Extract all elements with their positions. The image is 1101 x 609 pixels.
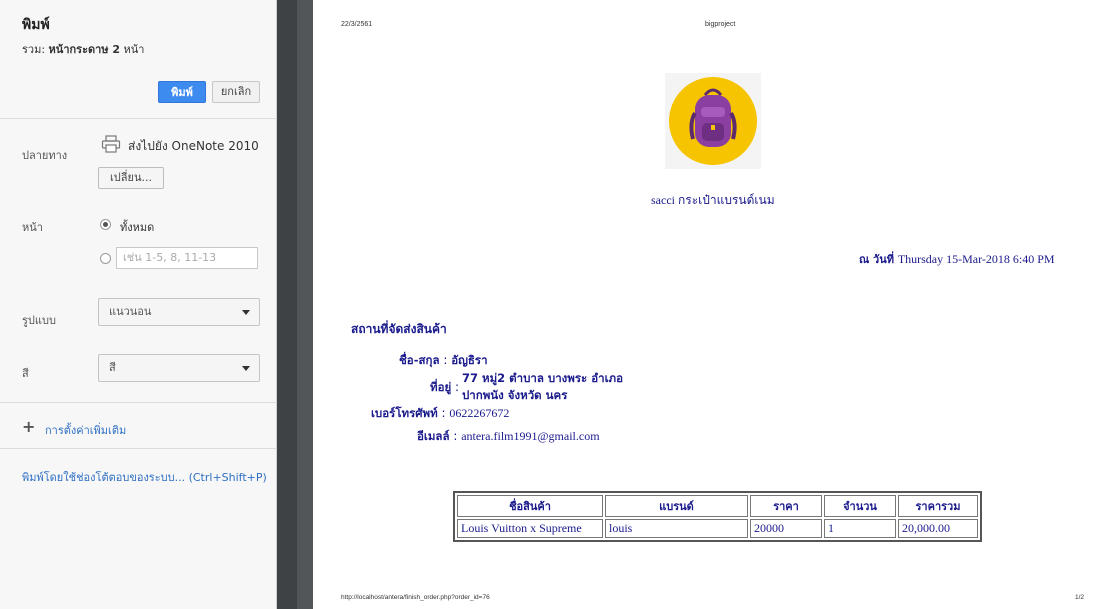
print-preview-page: 22/3/2561 bigproject sacci กระเป๋าแบรนด์… xyxy=(313,0,1101,609)
destination-name: ส่งไปยัง OneNote 2010 xyxy=(128,139,259,153)
table-cell: louis xyxy=(605,519,748,538)
layout-label: รูปแบบ xyxy=(22,314,56,327)
change-destination-button[interactable]: เปลี่ยน... xyxy=(98,167,164,189)
printer-icon xyxy=(101,135,121,153)
print-settings-panel: พิมพ์ รวม: หน้ากระดาษ 2 หน้า พิมพ์ ยกเลิ… xyxy=(0,0,277,609)
divider xyxy=(0,448,277,449)
table-cell: 20,000.00 xyxy=(898,519,978,538)
table-cell: Louis Vuitton x Supreme xyxy=(457,519,603,538)
preview-gutter xyxy=(277,0,297,609)
pages-all-radio[interactable] xyxy=(100,219,111,230)
pages-label: หน้า xyxy=(22,221,43,234)
shop-logo xyxy=(665,73,761,169)
table-header-row: ชื่อสินค้า แบรนด์ ราคา จำนวน ราคารวม xyxy=(457,495,978,517)
shipping-title: สถานที่จัดส่งสินค้า xyxy=(351,322,447,336)
cancel-button[interactable]: ยกเลิก xyxy=(212,81,260,103)
table-cell: 1 xyxy=(824,519,896,538)
shop-name: sacci กระเป๋าแบรนด์เนม xyxy=(651,193,775,207)
divider xyxy=(0,402,277,403)
column-header: ราคา xyxy=(750,495,822,517)
system-dialog-link[interactable]: พิมพ์โดยใช้ช่องโต้ตอบของระบบ... (Ctrl+Sh… xyxy=(22,468,267,486)
color-label: สี xyxy=(22,367,29,380)
pages-all-label: ทั้งหมด xyxy=(120,221,155,234)
more-settings-link[interactable]: การตั้งค่าเพิ่มเติม xyxy=(45,421,126,439)
address-line-2: ปากพนัง จังหวัด นคร xyxy=(462,388,568,402)
column-header: แบรนด์ xyxy=(605,495,748,517)
pages-range-input[interactable]: เช่น 1-5, 8, 11-13 xyxy=(116,247,258,269)
column-header: ชื่อสินค้า xyxy=(457,495,603,517)
chevron-down-icon xyxy=(242,310,250,315)
layout-select[interactable]: แนวนอน xyxy=(98,298,260,326)
color-select[interactable]: สี xyxy=(98,354,260,382)
order-date: ณ วันที่ Thursday 15-Mar-2018 6:40 PM xyxy=(859,252,1055,266)
chevron-down-icon xyxy=(242,366,250,371)
address-key: ที่อยู่ : xyxy=(430,380,460,394)
divider xyxy=(0,118,277,119)
recipient-name: ชื่อ-สกุล : อัญธิรา xyxy=(399,353,488,367)
phone: เบอร์โทรศัพท์ : 0622267672 xyxy=(371,406,510,420)
print-button[interactable]: พิมพ์ xyxy=(158,81,206,103)
footer-page-number: 1/2 xyxy=(1075,594,1085,601)
address-line-1: 77 หมู่2 ตำบาล บางพระ อำเภอ xyxy=(462,371,623,385)
panel-title: พิมพ์ xyxy=(22,17,50,33)
footer-url: http://localhost/antera/finish_order.php… xyxy=(341,594,490,601)
table-cell: 20000 xyxy=(750,519,822,538)
destination-label: ปลายทาง xyxy=(22,149,68,162)
table-row: Louis Vuitton x Supreme louis 20000 1 20… xyxy=(457,519,978,538)
column-header: จำนวน xyxy=(824,495,896,517)
header-title: bigproject xyxy=(705,21,736,28)
header-date: 22/3/2561 xyxy=(341,21,373,28)
email: อีเมลล์ : antera.film1991@gmail.com xyxy=(417,429,600,443)
column-header: ราคารวม xyxy=(898,495,978,517)
pages-custom-radio[interactable] xyxy=(100,253,111,264)
page-total: รวม: หน้ากระดาษ 2 หน้า xyxy=(22,43,145,56)
order-table: ชื่อสินค้า แบรนด์ ราคา จำนวน ราคารวม Lou… xyxy=(453,491,982,542)
plus-icon[interactable]: + xyxy=(22,419,35,435)
